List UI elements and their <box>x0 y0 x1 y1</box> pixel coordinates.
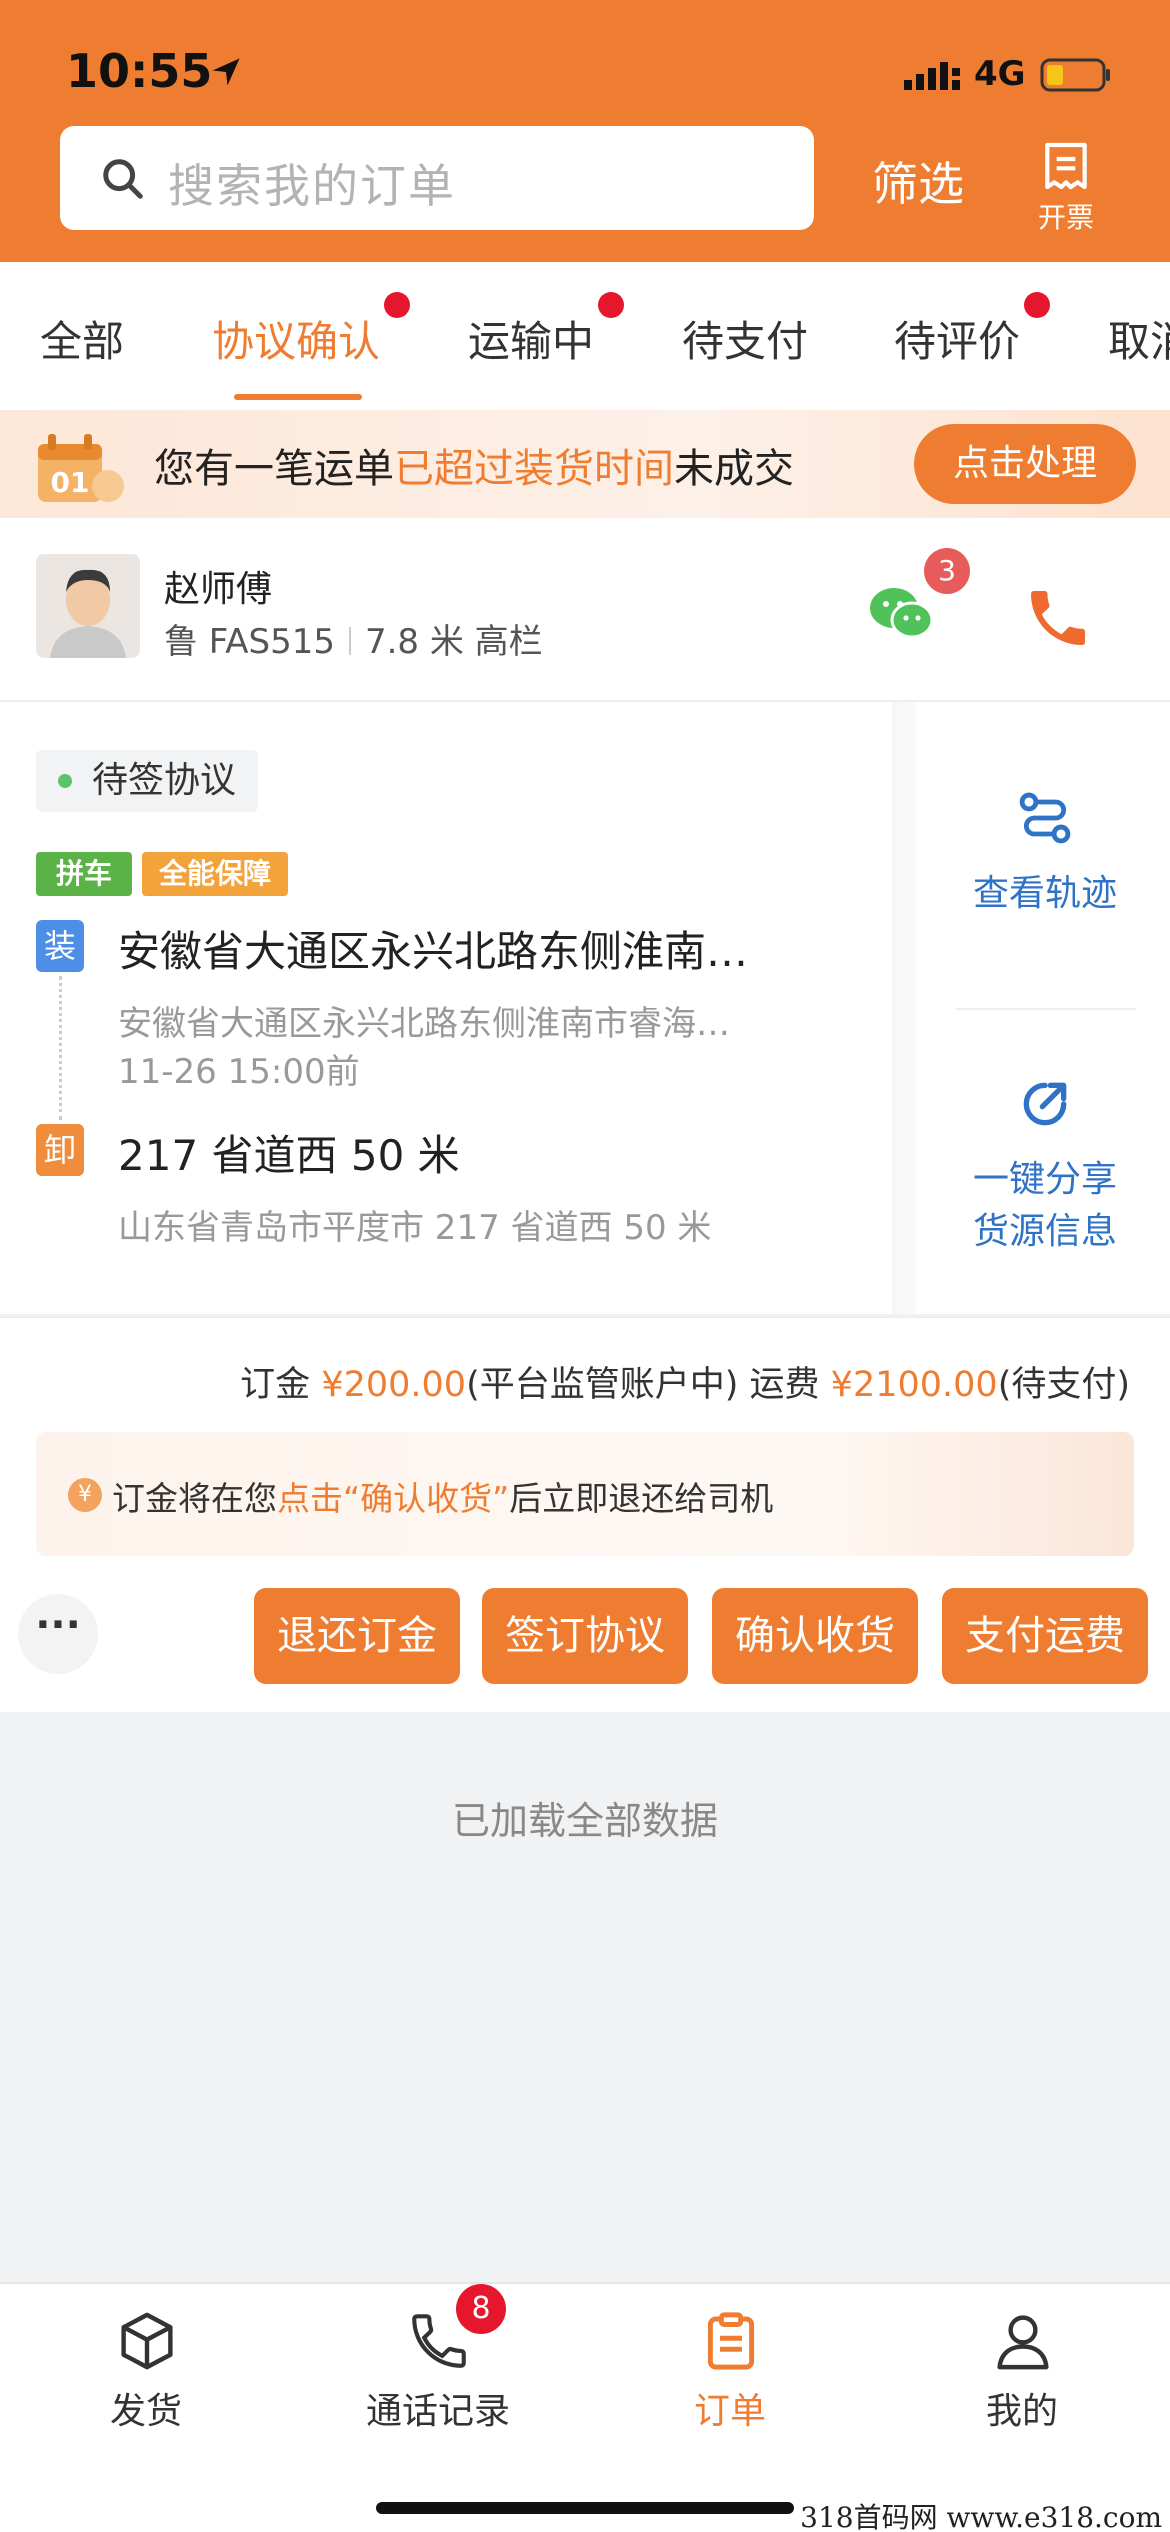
user-icon <box>997 2315 1049 2370</box>
unload-address: 山东省青岛市平度市 217 省道西 50 米 <box>118 1208 712 1248</box>
chat-unread-badge: 3 <box>924 548 970 594</box>
box-icon <box>121 2312 173 2370</box>
nav-orders-label: 订单 <box>693 2391 766 2432</box>
filter-button[interactable]: 筛选 <box>872 148 964 214</box>
status-bar: 10:55 4G <box>0 0 1170 130</box>
load-time: 11-26 15:00前 <box>118 1052 360 1092</box>
search-icon <box>103 159 143 199</box>
location-arrow-icon <box>212 58 240 86</box>
nav-orders[interactable]: 订单 <box>584 2284 876 2484</box>
clipboard-icon <box>707 2312 755 2370</box>
header: 10:55 4G 搜索我的订单 筛选 开票 <box>0 0 1170 262</box>
share-cargo-button[interactable]: 一键分享 货源信息 <box>920 1072 1170 1254</box>
call-log-badge: 8 <box>456 2284 506 2334</box>
share-label-line1: 一键分享 <box>972 1159 1117 1200</box>
refund-notice: ¥ 订金将在您点击“确认收货”后立即退还给司机 <box>36 1432 1134 1556</box>
phone-icon[interactable] <box>1022 582 1094 654</box>
tab-in-transit[interactable]: 运输中 <box>468 308 594 369</box>
unload-location-title: 217 省道西 50 米 <box>118 1131 460 1180</box>
nav-ship[interactable]: 发货 <box>0 2284 292 2484</box>
yuan-icon: ¥ <box>68 1478 102 1512</box>
pay-freight-button[interactable]: 支付运费 <box>942 1588 1148 1684</box>
share-icon <box>1023 1082 1067 1126</box>
tab-pending-payment[interactable]: 待支付 <box>682 308 808 369</box>
invoice-label: 开票 <box>1037 201 1094 234</box>
unload-marker: 卸 <box>36 1124 84 1176</box>
invoice-icon <box>1045 142 1087 190</box>
invoice-button[interactable]: 开票 <box>1026 134 1106 234</box>
list-end-text: 已加载全部数据 <box>451 1799 718 1843</box>
driver-info-row[interactable]: 赵师傅 鲁 FAS515 7.8 米 高栏 3 <box>0 518 1170 702</box>
overdue-banner: 01 您有一笔运单已超过装货时间未成交 点击处理 <box>0 410 1170 518</box>
search-input[interactable]: 搜索我的订单 <box>60 126 814 230</box>
card-vertical-divider <box>892 702 916 1314</box>
view-track-button[interactable]: 查看轨迹 <box>920 786 1170 916</box>
driver-vehicle-info: 鲁 FAS515 7.8 米 高栏 <box>164 622 543 662</box>
side-divider <box>956 1008 1136 1010</box>
load-marker: 装 <box>36 920 84 972</box>
bottom-nav: 发货 8 通话记录 订单 我的 <box>0 2282 1170 2532</box>
tab-dot-badge <box>1024 292 1050 318</box>
driver-name: 赵师傅 <box>164 569 273 610</box>
more-options-button[interactable]: ··· <box>18 1594 98 1674</box>
tab-all[interactable]: 全部 <box>40 308 124 369</box>
guarantee-tag: 全能保障 <box>142 852 288 896</box>
signal-icon <box>904 62 960 90</box>
fee-panel: 订金 ¥200.00(平台监管账户中) 运费 ¥2100.00(待支付) ¥ 订… <box>0 1316 1170 1712</box>
handle-button[interactable]: 点击处理 <box>914 424 1136 504</box>
load-location-title: 安徽省大通区永兴北路东侧淮南… <box>118 927 749 976</box>
view-track-label: 查看轨迹 <box>972 873 1117 914</box>
network-type: 4G <box>974 54 1026 94</box>
carpool-tag: 拼车 <box>36 852 132 896</box>
tab-dot-badge <box>384 292 410 318</box>
status-time: 10:55 <box>66 44 213 98</box>
share-label-line2: 货源信息 <box>972 1211 1117 1252</box>
refund-deposit-button[interactable]: 退还订金 <box>254 1588 460 1684</box>
route-track-icon <box>1019 792 1071 844</box>
order-status-tabs: 全部 协议确认 运输中 待支付 待评价 取消 <box>0 262 1170 410</box>
nav-call-log[interactable]: 8 通话记录 <box>292 2284 584 2484</box>
home-indicator <box>376 2502 794 2514</box>
route-dotted-line <box>59 976 62 1120</box>
banner-message: 您有一笔运单已超过装货时间未成交 <box>154 446 794 492</box>
tab-agreement-confirm[interactable]: 协议确认 <box>212 308 380 369</box>
watermark: 318首码网 www.e318.com <box>800 2501 1162 2532</box>
calendar-alert-icon: 01 <box>38 434 124 502</box>
nav-profile-label: 我的 <box>985 2391 1058 2432</box>
svg-text:01: 01 <box>51 466 90 499</box>
confirm-receipt-button[interactable]: 确认收货 <box>712 1588 918 1684</box>
active-tab-indicator <box>234 394 362 400</box>
order-status-tag: 待签协议 <box>36 750 258 812</box>
nav-call-log-label: 通话记录 <box>365 2391 510 2432</box>
nav-profile[interactable]: 我的 <box>876 2284 1168 2484</box>
driver-avatar <box>36 554 140 658</box>
chat-icon[interactable] <box>868 584 934 642</box>
fee-summary: 订金 ¥200.00(平台监管账户中) 运费 ¥2100.00(待支付) <box>240 1365 1130 1405</box>
tab-dot-badge <box>598 292 624 318</box>
search-placeholder: 搜索我的订单 <box>168 159 456 213</box>
status-dot <box>58 774 72 788</box>
order-card[interactable]: 待签协议 拼车 全能保障 装 安徽省大通区永兴北路东侧淮南… 安徽省大通区永兴北… <box>0 702 1170 1314</box>
battery-icon <box>1040 58 1110 92</box>
sign-agreement-button[interactable]: 签订协议 <box>482 1588 688 1684</box>
notice-text: 订金将在您点击“确认收货”后立即退还给司机 <box>112 1479 774 1518</box>
tab-cancelled[interactable]: 取消 <box>1108 308 1170 369</box>
tab-pending-review[interactable]: 待评价 <box>894 308 1020 369</box>
nav-ship-label: 发货 <box>109 2391 182 2432</box>
load-address: 安徽省大通区永兴北路东侧淮南市睿海… <box>118 1004 730 1044</box>
